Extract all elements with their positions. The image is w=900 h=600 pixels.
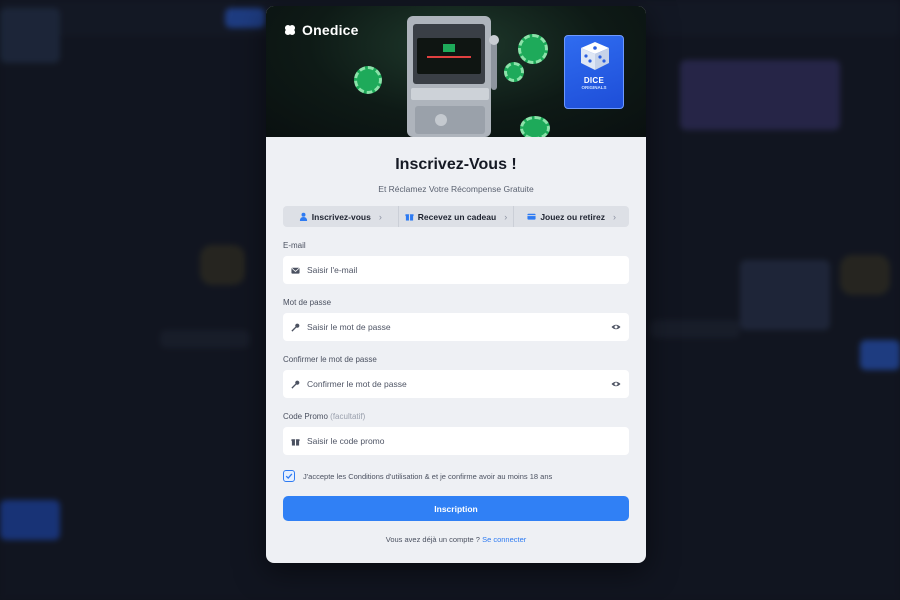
password-label: Mot de passe [283, 298, 332, 307]
form-subtitle: Et Réclamez Votre Récompense Gratuite [378, 184, 534, 194]
password-input[interactable] [307, 322, 604, 332]
login-prompt-line: Vous avez déjà un compte ? Se connecter [283, 535, 629, 544]
step-label: Jouez ou retirez [540, 211, 606, 222]
key-icon [291, 323, 300, 332]
password-field[interactable] [283, 313, 629, 341]
step-label: Recevez un cadeau [417, 211, 497, 222]
confirm-password-input[interactable] [307, 379, 604, 389]
show-password-eye-icon[interactable] [611, 322, 621, 332]
step-play: Jouez ou retirez › [513, 206, 629, 227]
clover-logo-icon [284, 24, 296, 36]
dice-badge-title: DICE [583, 76, 605, 85]
mail-icon [291, 267, 300, 274]
dice-originals-badge: DICE ORIGINALS [564, 35, 624, 109]
promo-input[interactable] [307, 436, 621, 446]
chip-decoration [518, 34, 548, 64]
show-password-eye-icon[interactable] [611, 379, 621, 389]
confirm-password-label: Confirmer le mot de passe [283, 355, 377, 364]
login-link[interactable]: Se connecter [482, 535, 526, 544]
signup-modal: Onedice DICE ORIGINALS Inscrivez-Vous ! … [266, 6, 646, 563]
chevron-right-icon: › [504, 211, 508, 222]
terms-row: J'accepte les Conditions d'utilisation &… [283, 470, 629, 482]
login-prompt: Vous avez déjà un compte ? [385, 535, 480, 544]
step-signup: Inscrivez-vous › [283, 206, 398, 227]
terms-text: J'accepte les Conditions d'utilisation &… [303, 471, 553, 481]
form-body: Inscrivez-Vous ! Et Réclamez Votre Récom… [266, 156, 646, 544]
user-icon [299, 212, 307, 221]
chevron-right-icon: › [378, 211, 382, 222]
wallet-icon [527, 213, 536, 220]
chevron-right-icon: › [613, 211, 617, 222]
promo-optional-note: (facultatif) [330, 412, 366, 421]
terms-checkbox[interactable] [283, 470, 295, 482]
confirm-password-field[interactable] [283, 370, 629, 398]
chip-decoration [354, 66, 382, 94]
promo-banner: Onedice DICE ORIGINALS [266, 6, 646, 137]
step-gift: Recevez un cadeau › [397, 206, 514, 227]
key-icon [291, 380, 300, 389]
gift-icon [405, 214, 414, 221]
brand-name: Onedice [302, 22, 359, 38]
form-title: Inscrivez-Vous ! [395, 156, 517, 173]
slot-machine-illustration [407, 16, 499, 137]
gift-icon [291, 438, 300, 446]
dice-badge-subtitle: ORIGINALS [581, 85, 607, 90]
signup-submit-button[interactable]: Inscription [283, 496, 629, 521]
dice-icon [581, 42, 609, 70]
check-icon [285, 473, 293, 480]
email-input[interactable] [307, 265, 621, 275]
promo-label: Code Promo (facultatif) [283, 412, 629, 421]
signup-steps: Inscrivez-vous › Recevez un cadeau › Jou… [283, 206, 629, 227]
chip-decoration [520, 116, 550, 137]
email-field[interactable] [283, 256, 629, 284]
brand: Onedice [283, 22, 359, 38]
chip-decoration [504, 62, 524, 82]
email-label: E-mail [283, 241, 306, 250]
promo-field[interactable] [283, 427, 629, 455]
step-label: Inscrivez-vous [311, 211, 371, 222]
promo-label-text: Code Promo [283, 412, 328, 421]
